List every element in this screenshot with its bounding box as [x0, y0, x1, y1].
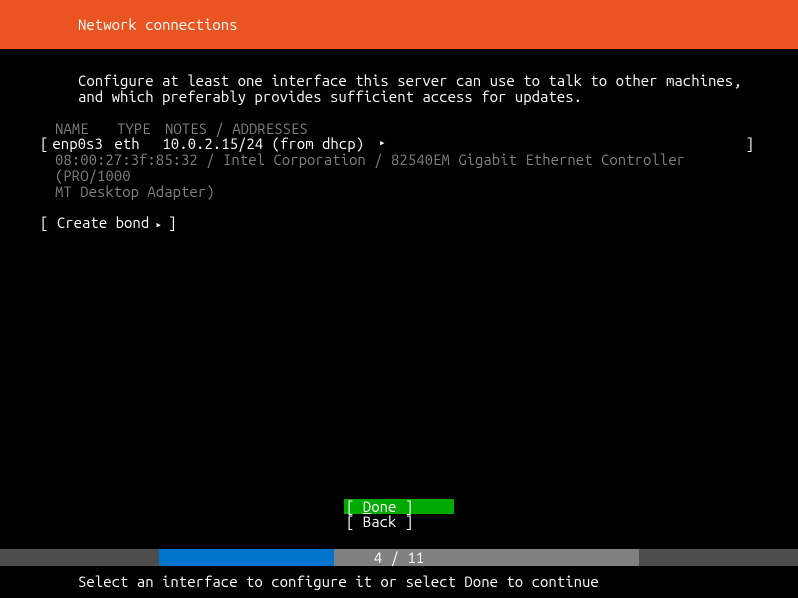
done-button[interactable]: [ Done ]: [344, 499, 454, 515]
create-bond-button[interactable]: [ Create bond ▸ ]: [40, 215, 758, 232]
main-content: Configure at least one interface this se…: [0, 49, 798, 232]
progress-label: 4 / 11: [0, 550, 798, 566]
col-header-name: NAME: [55, 121, 117, 137]
col-header-notes: NOTES / ADDRESSES: [165, 121, 308, 137]
create-bond-prefix: [: [40, 214, 57, 231]
create-bond-suffix: ]: [168, 214, 176, 231]
back-label: Back: [363, 513, 397, 530]
instruction-line1: Configure at least one interface this se…: [78, 73, 758, 89]
bracket-left: [: [40, 136, 48, 152]
table-header: NAMETYPENOTES / ADDRESSES: [55, 121, 758, 137]
instruction-text: Configure at least one interface this se…: [78, 73, 758, 105]
col-header-type: TYPE: [117, 121, 165, 137]
header-bar: Network connections: [0, 0, 798, 49]
interface-details: 08:00:27:3f:85:32 / Intel Corporation / …: [55, 152, 743, 199]
chevron-right-icon: ▸: [379, 138, 386, 150]
interface-address: 10.0.2.15/24 (from dhcp): [162, 136, 364, 152]
progress-area: 4 / 11: [0, 549, 798, 566]
instruction-line2: and which preferably provides sufficient…: [78, 89, 758, 105]
chevron-right-icon: ▸: [149, 219, 168, 231]
interface-details-line2: MT Desktop Adapter): [55, 184, 743, 200]
page-title: Network connections: [78, 17, 238, 33]
interface-name: enp0s3: [52, 136, 114, 152]
interface-type: eth: [114, 136, 162, 152]
done-mnemonic: D: [363, 498, 371, 515]
interface-row-enp0s3[interactable]: [ enp0s3eth10.0.2.15/24 (from dhcp) ▸ ]: [40, 136, 758, 152]
interface-details-line1: 08:00:27:3f:85:32 / Intel Corporation / …: [55, 152, 743, 184]
back-button[interactable]: [ Back ]: [344, 514, 454, 530]
create-bond-label: Create bond: [57, 214, 149, 231]
bracket-right: ]: [746, 136, 754, 152]
bottom-buttons: [ Done ] [ Back ]: [0, 499, 798, 531]
footer-help: Select an interface to configure it or s…: [78, 574, 599, 590]
